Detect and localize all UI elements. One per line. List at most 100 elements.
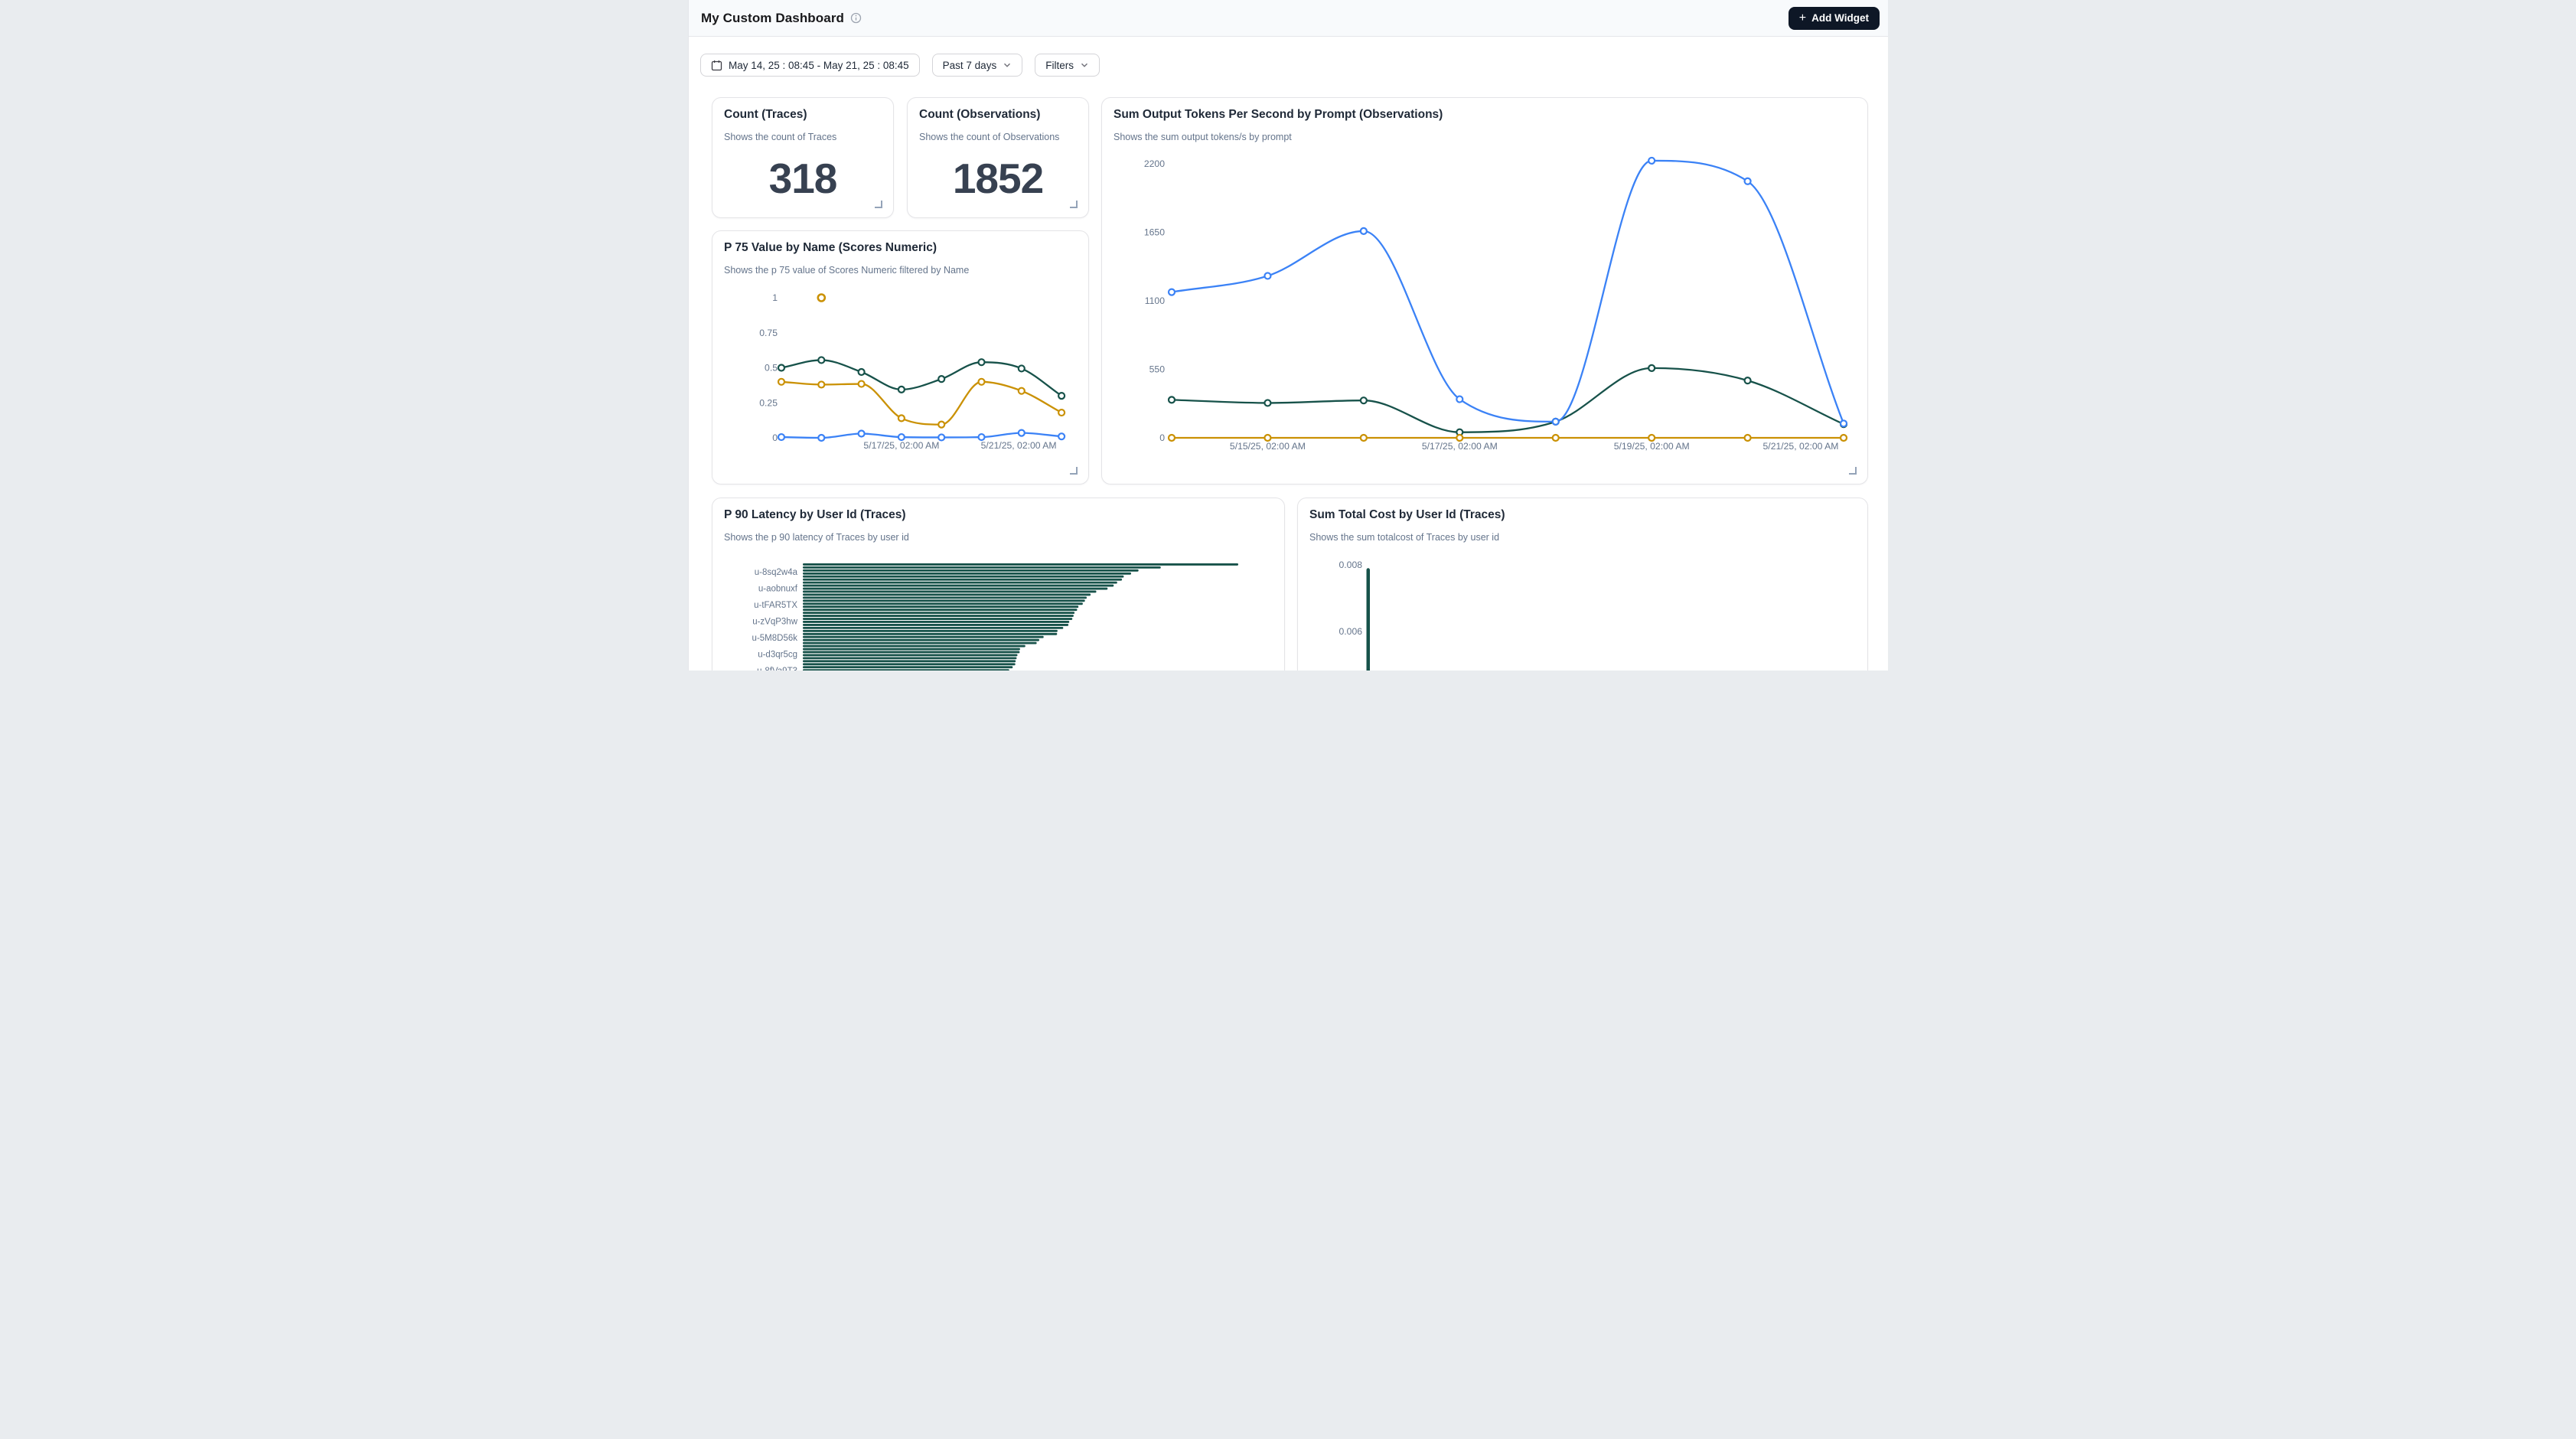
bar (803, 624, 1068, 626)
bar (803, 582, 1117, 584)
bar (803, 645, 1026, 648)
y-tick-label: 0.008 (1339, 560, 1363, 570)
chart-point (1361, 397, 1367, 403)
chart-point (1019, 430, 1025, 436)
add-widget-label: Add Widget (1811, 12, 1869, 24)
widget-subtitle: Shows the p 90 latency of Traces by user… (724, 532, 1273, 543)
bar (803, 573, 1131, 575)
bar (803, 599, 1085, 602)
chart-point (818, 357, 824, 363)
bar (803, 605, 1078, 608)
chart-line (1172, 161, 1844, 423)
date-range-picker[interactable]: May 14, 25 : 08:45 - May 21, 25 : 08:45 (700, 54, 920, 77)
add-widget-button[interactable]: + Add Widget (1789, 7, 1880, 30)
chart-point (938, 434, 944, 440)
bar (803, 612, 1074, 614)
chart-point (1264, 400, 1270, 406)
y-category-label: u-aobnuxf (758, 585, 798, 594)
bar (803, 609, 1078, 611)
x-tick-label: 5/21/25, 02:00 AM (1763, 441, 1839, 452)
time-preset-dropdown[interactable]: Past 7 days (932, 54, 1023, 77)
y-tick-label: 0.75 (759, 328, 778, 338)
chart-point (859, 431, 865, 437)
y-category-label: u-tFAR5TX (754, 601, 797, 610)
chart-point (1648, 435, 1655, 441)
time-preset-label: Past 7 days (943, 60, 997, 71)
bar (803, 648, 1020, 651)
bar (1367, 568, 1371, 671)
chevron-down-icon (1080, 60, 1089, 70)
bar (803, 591, 1097, 593)
date-range-label: May 14, 25 : 08:45 - May 21, 25 : 08:45 (729, 60, 909, 71)
y-category-label: u-d3qr5cg (758, 651, 797, 660)
x-tick-label: 5/15/25, 02:00 AM (1230, 441, 1306, 452)
bar (803, 588, 1107, 590)
latency-bar-chart: u-8sq2w4au-aobnuxfu-tFAR5TXu-zVqP3hwu-5M… (712, 498, 1285, 671)
bar (803, 615, 1074, 617)
chart-point (1553, 419, 1559, 425)
widget-subtitle: Shows the count of Observations (919, 132, 1077, 142)
resize-handle[interactable] (875, 201, 882, 208)
bar (803, 642, 1037, 644)
widget-subtitle: Shows the count of Traces (724, 132, 882, 142)
chart-point (1169, 435, 1175, 441)
filters-dropdown[interactable]: Filters (1035, 54, 1100, 77)
chart-point (1841, 435, 1847, 441)
bar (803, 636, 1044, 638)
y-tick-label: 0.5 (765, 363, 778, 374)
widget-title: P 75 Value by Name (Scores Numeric) (724, 241, 1077, 255)
dashboard-screen: My Custom Dashboard + Add Widget May 14,… (688, 0, 1888, 671)
bar (803, 569, 1139, 572)
x-tick-label: 5/17/25, 02:00 AM (1422, 441, 1498, 452)
y-category-label: u-8fVa9T3 (757, 667, 797, 671)
chart-point (1058, 433, 1065, 439)
y-category-label: u-zVqP3hw (752, 618, 798, 627)
page-title: My Custom Dashboard (701, 11, 844, 26)
resize-handle[interactable] (1070, 201, 1078, 208)
widget-subtitle: Shows the p 75 value of Scores Numeric f… (724, 265, 1077, 276)
chart-point (1169, 396, 1175, 403)
y-tick-label: 2200 (1144, 158, 1165, 169)
widget-title: Count (Traces) (724, 108, 882, 122)
widget-tokens-by-prompt: 05501100165022005/15/25, 02:00 AM5/17/25… (1101, 97, 1868, 485)
bar (803, 563, 1238, 566)
chart-point (1264, 272, 1270, 279)
chart-point (1745, 178, 1751, 184)
bar (803, 566, 1161, 569)
resize-handle[interactable] (1070, 467, 1078, 475)
chart-point (938, 422, 944, 428)
chart-point (1019, 388, 1025, 394)
widget-count-traces: Count (Traces) Shows the count of Traces… (712, 97, 894, 218)
widget-subtitle: Shows the sum output tokens/s by prompt (1114, 132, 1856, 142)
metric-value: 1852 (908, 150, 1088, 207)
chart-point (1745, 435, 1751, 441)
bar (803, 663, 1016, 665)
y-tick-label: 0 (772, 432, 778, 443)
filter-toolbar: May 14, 25 : 08:45 - May 21, 25 : 08:45 … (700, 54, 1100, 77)
resize-handle[interactable] (1849, 467, 1857, 475)
bar (803, 633, 1057, 635)
chart-point (1841, 420, 1847, 426)
info-icon[interactable] (850, 12, 862, 24)
calendar-icon (711, 60, 722, 71)
x-tick-label: 5/21/25, 02:00 AM (981, 440, 1057, 451)
page-header: My Custom Dashboard + Add Widget (689, 0, 1888, 37)
chart-point (1058, 410, 1065, 416)
y-tick-label: 1650 (1144, 227, 1165, 238)
filters-label: Filters (1045, 60, 1074, 71)
bar (803, 654, 1018, 657)
chart-point (1058, 393, 1065, 399)
chart-point (1456, 396, 1462, 403)
y-tick-label: 0 (1159, 432, 1165, 443)
bar (803, 651, 1019, 654)
y-tick-label: 1 (772, 292, 778, 303)
bar (803, 627, 1063, 629)
chart-point (1648, 365, 1655, 371)
widget-subtitle: Shows the sum totalcost of Traces by use… (1309, 532, 1856, 543)
chart-point (1553, 435, 1559, 441)
widget-count-observations: Count (Observations) Shows the count of … (907, 97, 1089, 218)
bar (803, 585, 1114, 587)
bar (803, 666, 1012, 668)
y-tick-label: 0.006 (1339, 626, 1363, 637)
widget-title: Count (Observations) (919, 108, 1077, 122)
